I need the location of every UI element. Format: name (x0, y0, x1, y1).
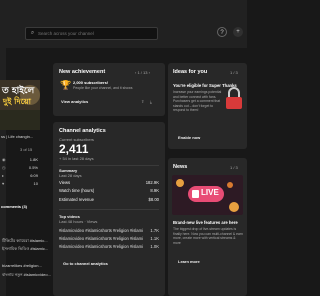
summary-row-watch-time: Watch time (hours) 8.9K (59, 188, 159, 193)
share-icon[interactable]: ⇪ (141, 99, 144, 104)
news-text: The biggest drop of live-stream updates … (173, 227, 243, 245)
subscriber-change: + 54 in last 28 days (59, 156, 94, 161)
achievement-milestone: 2,000 subscribers! (73, 80, 109, 85)
stat-row: ◉ 1.8K (2, 157, 38, 162)
search-input[interactable] (36, 31, 155, 36)
analytics-title: Channel analytics (59, 128, 106, 134)
ideas-card: Ideas for you 1 / 3 You're eligible for … (168, 63, 247, 149)
list-item[interactable]: টিকিটের ক্যামেরা #islamic... (2, 238, 48, 245)
live-badge: LIVE (201, 188, 219, 197)
views-icon: ◉ (2, 157, 6, 162)
ideas-nav[interactable]: 1 / 3 (230, 70, 238, 75)
video-overlay-line-2: দুই দিয়ো (3, 97, 31, 106)
news-title: News (173, 164, 188, 170)
list-item[interactable]: ইসলামিক ভিডিও #islamic... (2, 246, 48, 253)
trophy-icon: 🏆 (60, 80, 72, 90)
ideas-text: Increase your earnings potential and bet… (173, 90, 222, 113)
news-nav[interactable]: 1 / 3 (230, 165, 238, 170)
video-thumbnail[interactable]: ত হাইলে দুই দিয়ো (0, 80, 40, 130)
chevron-right-icon[interactable]: › (149, 70, 150, 75)
achievement-description: People like your channel, and it shows (73, 86, 133, 90)
top-video-row[interactable]: #islamicvideo #islamicshorts #religion #… (59, 228, 159, 234)
search-box[interactable]: ⌕ (25, 27, 158, 40)
achievement-card: New achievement ‹ 1 / 13 › 🏆 2,000 subsc… (53, 63, 165, 116)
clock-icon: ◷ (2, 165, 6, 170)
view-analytics-button[interactable]: View analytics (61, 99, 88, 104)
ideas-title: Ideas for you (173, 69, 208, 75)
help-icon[interactable]: ? (217, 27, 227, 37)
top-videos-period: Last 48 hours · Views (59, 219, 98, 224)
news-heading: Brand-new live features are here (173, 220, 238, 225)
comments-heading[interactable]: comments (3) (1, 204, 27, 209)
live-illustration: LIVE (172, 175, 243, 215)
divider (59, 165, 159, 166)
top-bar: ⌕ ? + (0, 0, 247, 48)
stat-row: ◷ 0.5% (2, 165, 38, 170)
create-button[interactable]: + (233, 27, 243, 37)
subscriber-count: 2,411 (59, 142, 89, 156)
summary-row-views: Views 182.9K (59, 180, 159, 185)
video-count: 3 of 15 (20, 147, 33, 152)
top-video-row[interactable]: #islamicvideo #islamicshorts #religion #… (59, 244, 159, 250)
list-item[interactable]: বাংলায় নতুন #islamicvideo... (2, 272, 51, 279)
lock-icon (224, 87, 244, 109)
video-caption[interactable]: ss | Life changin... (1, 134, 33, 139)
divider (59, 209, 159, 210)
achievement-nav[interactable]: ‹ 1 / 13 › (135, 70, 150, 75)
stat-row: ▸ 6:09 (2, 173, 38, 178)
like-icon: ♥ (2, 181, 5, 186)
enable-now-button[interactable]: Enable now (178, 135, 200, 140)
download-icon[interactable]: ⤓ (150, 99, 152, 104)
summary-period: Last 28 days (59, 173, 82, 178)
go-to-analytics-button[interactable]: Go to channel analytics (63, 261, 108, 266)
search-icon: ⌕ (30, 30, 35, 36)
learn-more-button[interactable]: Learn more (178, 259, 200, 264)
achievement-title: New achievement (59, 69, 106, 75)
news-card: News 1 / 3 LIVE Brand-new live features … (168, 158, 247, 296)
list-item[interactable]: bizarrelikes #religion... (2, 263, 42, 268)
summary-row-revenue: Estimated revenue $8.00 (59, 197, 159, 202)
top-video-row[interactable]: #islamicvideo #islamicshorts #religion #… (59, 236, 159, 242)
watch-icon: ▸ (2, 173, 5, 178)
stat-row: ♥ 10 (2, 181, 38, 186)
